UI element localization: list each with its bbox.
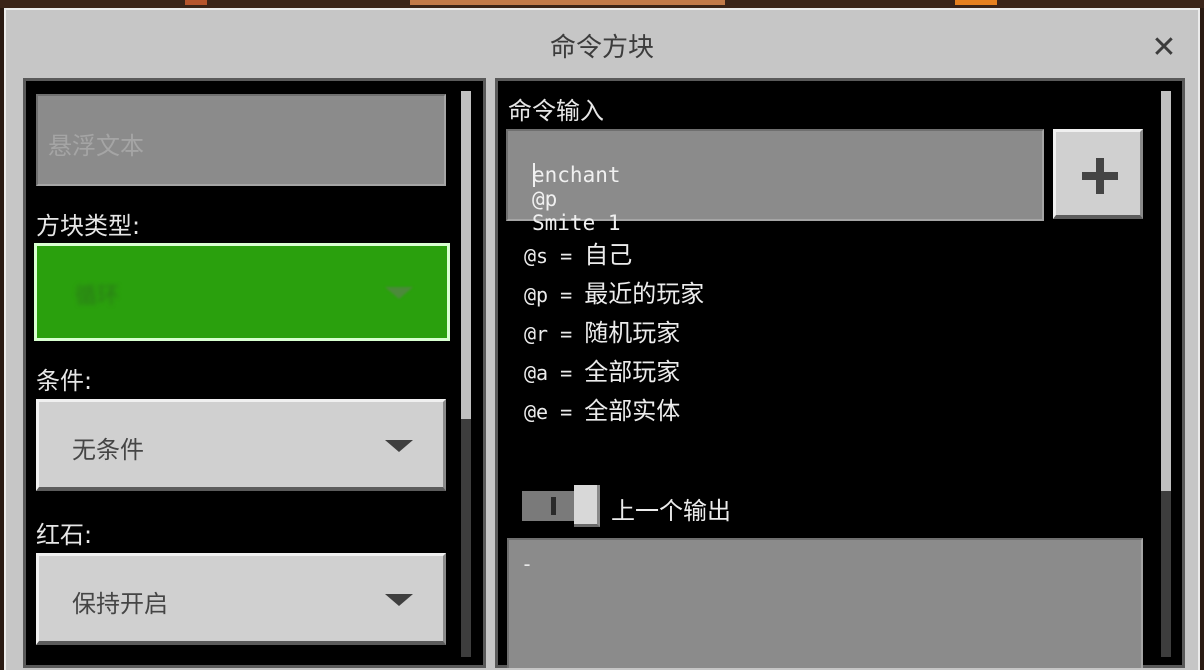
command-input[interactable]: enchant @p Smite 1 xyxy=(506,129,1044,235)
selector-help-item: @s = 自己 xyxy=(524,241,704,280)
add-button[interactable] xyxy=(1053,129,1143,219)
command-text: enchant @p Smite 1 xyxy=(532,163,621,235)
background-detail xyxy=(955,0,997,5)
previous-output-toggle[interactable] xyxy=(522,485,600,527)
right-scrollbar[interactable] xyxy=(1161,91,1171,657)
toggle-track xyxy=(522,491,576,521)
left-scrollbar[interactable] xyxy=(461,91,471,657)
chevron-down-icon xyxy=(385,287,413,299)
previous-output-box: - xyxy=(507,538,1143,668)
left-scrollbar-thumb[interactable] xyxy=(461,91,471,419)
command-input-label: 命令输入 xyxy=(508,97,604,125)
selector-code: @a xyxy=(524,361,549,385)
selector-desc: 自己 xyxy=(584,241,633,269)
dialog-title: 命令方块 xyxy=(549,33,654,63)
hover-text-input[interactable]: 悬浮文本 xyxy=(36,94,446,186)
selector-sep: = xyxy=(548,361,585,385)
left-settings-panel: 悬浮文本 方块类型: 循环 条件: 无条件 红石: 保持开启 xyxy=(23,78,486,668)
selector-code: @p xyxy=(524,283,549,307)
selector-sep: = xyxy=(548,400,585,424)
selector-sep: = xyxy=(548,283,585,307)
selector-code: @s xyxy=(524,244,549,268)
condition-label: 条件: xyxy=(36,367,93,395)
selector-help-item: @r = 随机玩家 xyxy=(524,319,704,358)
selector-help-item: @p = 最近的玩家 xyxy=(524,280,704,319)
redstone-dropdown[interactable]: 保持开启 xyxy=(36,553,446,645)
previous-output-label: 上一个输出 xyxy=(611,497,731,525)
selector-sep: = xyxy=(548,244,585,268)
selector-code: @e xyxy=(524,400,549,424)
command-panel: 命令输入 enchant @p Smite 1 @s = 自己 @p = 最近的… xyxy=(495,78,1185,668)
selector-code: @r xyxy=(524,322,549,346)
block-type-label: 方块类型: xyxy=(36,212,141,240)
selector-desc: 随机玩家 xyxy=(584,319,681,347)
selector-help-list: @s = 自己 @p = 最近的玩家 @r = 随机玩家 @a = 全部玩家 @… xyxy=(524,241,704,436)
chevron-down-icon xyxy=(385,440,413,452)
toggle-knob[interactable] xyxy=(574,485,600,527)
right-scrollbar-thumb[interactable] xyxy=(1161,91,1171,491)
hover-text-placeholder: 悬浮文本 xyxy=(48,132,144,160)
block-type-value: 循环 xyxy=(75,284,120,309)
redstone-value: 保持开启 xyxy=(72,590,168,618)
selector-desc: 全部实体 xyxy=(584,397,681,425)
selector-help-item: @e = 全部实体 xyxy=(524,397,704,436)
command-block-dialog: 命令方块 ✕ 悬浮文本 方块类型: 循环 条件: 无条件 红石: 保持开启 命令… xyxy=(4,8,1200,670)
plus-icon xyxy=(1096,158,1104,194)
chevron-down-icon xyxy=(385,594,413,606)
block-type-dropdown[interactable]: 循环 xyxy=(34,243,450,341)
previous-output-value: - xyxy=(521,552,534,576)
selector-sep: = xyxy=(548,322,585,346)
text-caret xyxy=(533,163,535,187)
toggle-off-mark xyxy=(551,497,556,515)
redstone-label: 红石: xyxy=(36,521,93,549)
background-detail xyxy=(185,0,207,5)
selector-desc: 全部玩家 xyxy=(584,358,681,386)
selector-desc: 最近的玩家 xyxy=(584,280,705,308)
condition-dropdown[interactable]: 无条件 xyxy=(36,399,446,491)
close-icon[interactable]: ✕ xyxy=(1144,28,1184,68)
selector-help-item: @a = 全部玩家 xyxy=(524,358,704,397)
background-strip xyxy=(0,0,1204,8)
condition-value: 无条件 xyxy=(72,436,144,464)
background-detail xyxy=(410,0,725,5)
